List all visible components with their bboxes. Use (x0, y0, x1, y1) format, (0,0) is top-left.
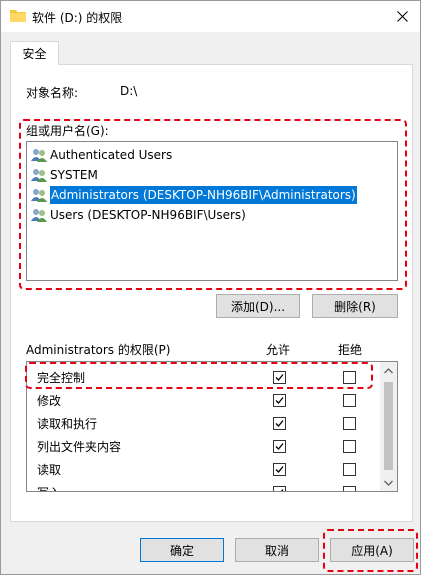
allow-checkbox[interactable] (273, 394, 286, 407)
close-icon (396, 10, 408, 22)
permission-row-read: 读取 (27, 458, 381, 481)
permission-name: 读取和执行 (37, 417, 98, 431)
list-item-selected[interactable]: Administrators (DESKTOP-NH96BIF\Administ… (29, 185, 395, 205)
list-item[interactable]: Users (DESKTOP-NH96BIF\Users) (29, 205, 395, 225)
list-item-label: Administrators (DESKTOP-NH96BIF\Administ… (50, 186, 357, 204)
title-bar: 软件 (D:) 的权限 (1, 1, 420, 32)
user-group-icon (31, 209, 47, 222)
allow-checkbox[interactable] (273, 486, 286, 491)
tab-security-label: 安全 (22, 47, 47, 61)
check-icon (275, 420, 284, 427)
list-item-label: Users (DESKTOP-NH96BIF\Users) (50, 208, 246, 222)
permission-row-full-control: 完全控制 (27, 366, 381, 389)
deny-checkbox[interactable] (343, 417, 356, 430)
allow-checkbox[interactable] (273, 417, 286, 430)
groups-label: 组或用户名(G): (26, 124, 109, 138)
check-icon (275, 397, 284, 404)
permissions-scrollbar[interactable] (380, 362, 397, 491)
window-title: 软件 (D:) 的权限 (32, 11, 123, 25)
deny-checkbox[interactable] (343, 394, 356, 407)
permissions-label: Administrators 的权限(P) (26, 343, 171, 357)
list-item-label: SYSTEM (50, 168, 98, 182)
tab-security[interactable]: 安全 (10, 41, 59, 65)
permission-row-read-execute: 读取和执行 (27, 412, 381, 435)
deny-checkbox[interactable] (343, 463, 356, 476)
user-group-icon (31, 149, 47, 162)
permission-name: 读取 (37, 463, 62, 477)
group-user-list[interactable]: Authenticated Users SYSTEM Administrator… (26, 141, 398, 281)
remove-button[interactable]: 删除(R) (312, 294, 398, 318)
deny-checkbox[interactable] (343, 371, 356, 384)
check-icon (275, 443, 284, 450)
check-icon (275, 374, 284, 381)
user-group-icon (31, 169, 47, 182)
close-button[interactable] (384, 1, 420, 31)
allow-header: 允许 (266, 343, 291, 357)
list-item-label: Authenticated Users (50, 148, 173, 162)
permissions-list: 完全控制 修改 读取和执行 列出文件夹内容 读取 (26, 361, 398, 492)
chevron-down-icon (384, 480, 393, 486)
permission-row-modify: 修改 (27, 389, 381, 412)
permission-name: 列出文件夹内容 (37, 440, 122, 454)
user-group-icon (31, 189, 47, 202)
scroll-up-button[interactable] (380, 362, 397, 379)
folder-icon (10, 10, 26, 22)
check-icon (280, 489, 284, 491)
apply-button[interactable]: 应用(A) (330, 538, 414, 562)
allow-checkbox[interactable] (273, 371, 286, 384)
list-item[interactable]: Authenticated Users (29, 145, 395, 165)
object-name-label: 对象名称: (26, 86, 79, 100)
allow-checkbox[interactable] (273, 463, 286, 476)
scroll-down-button[interactable] (380, 474, 397, 491)
permissions-dialog: 软件 (D:) 的权限 安全 对象名称: D:\ 组或用户名(G): Authe… (0, 0, 421, 575)
check-icon (275, 466, 284, 473)
permission-name: 完全控制 (37, 371, 86, 385)
permission-row-write: 写入 (27, 481, 381, 491)
deny-checkbox[interactable] (343, 486, 356, 491)
ok-button[interactable]: 确定 (140, 538, 224, 562)
cancel-button[interactable]: 取消 (235, 538, 319, 562)
list-item[interactable]: SYSTEM (29, 165, 395, 185)
deny-header: 拒绝 (338, 343, 363, 357)
scroll-thumb[interactable] (384, 382, 393, 470)
permission-name: 写入 (37, 484, 61, 491)
deny-checkbox[interactable] (343, 440, 356, 453)
permission-name: 修改 (37, 394, 62, 408)
object-name-value: D:\ (120, 84, 138, 98)
allow-checkbox[interactable] (273, 440, 286, 453)
permission-row-list-folder: 列出文件夹内容 (27, 435, 381, 458)
add-button[interactable]: 添加(D)... (216, 294, 300, 318)
chevron-up-icon (384, 367, 393, 373)
